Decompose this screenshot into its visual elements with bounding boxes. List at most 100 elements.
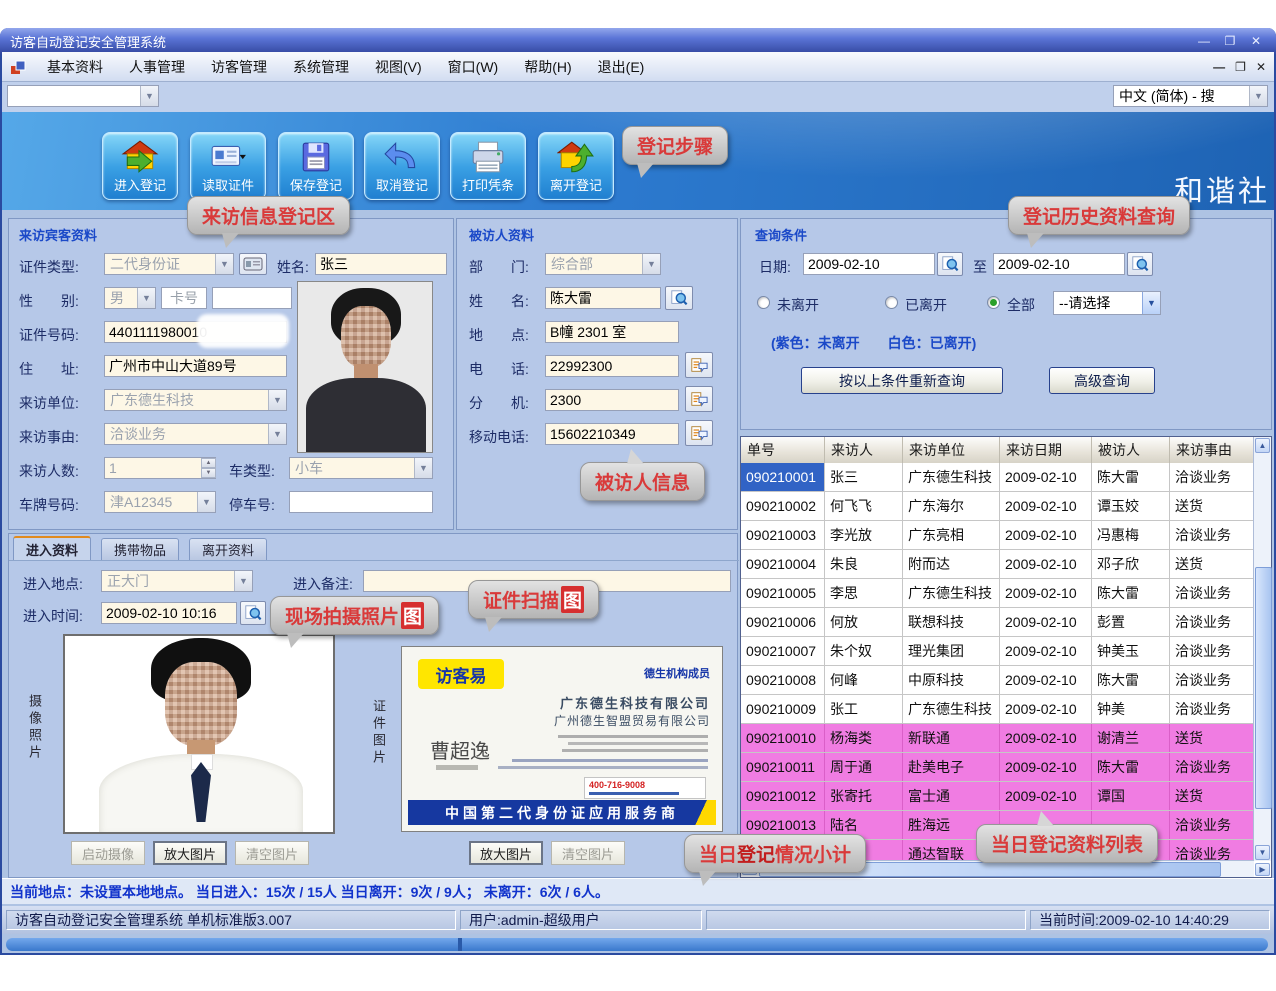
card-no-button[interactable]: 卡号 [161,287,207,309]
close-icon[interactable]: ✕ [1246,33,1266,50]
mobile-field[interactable]: 15602210349 [545,423,679,445]
radio-all[interactable] [987,296,1000,309]
menu-view[interactable]: 视图(V) [362,53,435,81]
menu-basic-data[interactable]: 基本资料 [34,53,116,81]
menu-help[interactable]: 帮助(H) [511,53,584,81]
date-label: 日期: [759,257,791,277]
count-spinner[interactable]: ▲▼ [201,458,216,478]
card-reader-button[interactable] [239,253,267,275]
table-row[interactable]: 090210009张工广东德生科技2009-02-10钟美洽谈业务 [741,695,1254,724]
minimize-icon[interactable]: — [1194,33,1214,50]
search-person-button[interactable] [665,286,693,310]
read-id-button[interactable]: 读取证件 [190,132,266,200]
table-row[interactable]: 090210010杨海类新联通2009-02-10谢清兰送货 [741,724,1254,753]
table-row[interactable]: 090210012张寄托富士通2009-02-10谭国送货 [741,782,1254,811]
chevron-down-icon[interactable]: ▼ [1249,86,1267,106]
column-header[interactable]: 来访日期 [1000,437,1092,463]
zoom-photo-button[interactable]: 放大图片 [153,841,227,865]
clear-photo-button[interactable]: 清空图片 [235,841,309,865]
zoom-cert-button[interactable]: 放大图片 [469,841,543,865]
entry-time-picker-button[interactable] [240,601,266,625]
menu-system[interactable]: 系统管理 [280,53,362,81]
location-field[interactable]: B幢 2301 室 [545,321,679,343]
leave-registration-button[interactable]: 离开登记 [538,132,614,200]
search-icon [941,255,959,273]
plate-combo[interactable]: 津A12345▼ [104,491,216,513]
chevron-down-icon[interactable]: ▼ [1142,292,1160,314]
print-slip-button[interactable]: 打印凭条 [450,132,526,200]
enter-registration-button[interactable]: 进入登记 [102,132,178,200]
date-from-picker-button[interactable] [937,252,963,276]
phone-field[interactable]: 22992300 [545,355,679,377]
call-mobile-button[interactable] [685,420,713,446]
menu-window[interactable]: 窗口(W) [435,53,512,81]
tab-leave-info[interactable]: 离开资料 [189,538,267,560]
radio-left[interactable] [885,296,898,309]
table-row[interactable]: 090210004朱良附而达2009-02-10邓子欣送货 [741,550,1254,579]
entry-time-field[interactable]: 2009-02-10 10:16 [101,602,237,624]
scroll-up-icon[interactable]: ▲ [1255,438,1270,453]
table-row[interactable]: 090210005李思广东德生科技2009-02-10陈大雷洽谈业务 [741,579,1254,608]
filter-select[interactable]: --请选择▼ [1053,291,1161,315]
requery-button[interactable]: 按以上条件重新查询 [801,367,1003,394]
column-header[interactable]: 来访人 [825,437,903,463]
company-combo[interactable]: 广东德生科技▼ [104,389,287,411]
table-cell: 090210002 [741,492,825,520]
date-from-field[interactable]: 2009-02-10 [803,253,935,275]
restore-icon[interactable]: ❐ [1220,33,1240,50]
radio-not-left[interactable] [757,296,770,309]
advanced-query-button[interactable]: 高级查询 [1049,367,1155,394]
call-ext-button[interactable] [685,386,713,412]
visited-name-field[interactable]: 陈大雷 [545,287,661,309]
car-type-combo[interactable]: 小车▼ [289,457,433,479]
clear-cert-button[interactable]: 清空图片 [551,841,625,865]
address-field[interactable]: 广州市中山大道89号 [104,355,287,377]
dept-combo[interactable]: 综合部▼ [545,253,661,275]
reason-combo[interactable]: 洽谈业务▼ [104,423,287,445]
call-phone-button[interactable] [685,352,713,378]
mdi-minimize-icon[interactable]: — [1213,60,1225,74]
table-row[interactable]: 090210011周于通赴美电子2009-02-10陈大雷洽谈业务 [741,753,1254,782]
quick-combo[interactable]: ▼ [7,85,159,107]
language-combo[interactable]: 中文 (简体) - 搜▼ [1113,85,1268,107]
bottom-progress-bar [6,938,1268,951]
table-cell: 李光放 [825,521,903,549]
cancel-registration-button[interactable]: 取消登记 [364,132,440,200]
table-row[interactable]: 090210003李光放广东亮相2009-02-10冯惠梅洽谈业务 [741,521,1254,550]
table-row[interactable]: 090210002何飞飞广东海尔2009-02-10谭玉姣送货 [741,492,1254,521]
date-to-picker-button[interactable] [1127,252,1153,276]
table-row[interactable]: 090210001张三广东德生科技2009-02-10陈大雷洽谈业务 [741,463,1254,492]
start-camera-button[interactable]: 启动摄像 [71,841,145,865]
column-header[interactable]: 来访事由 [1170,437,1254,463]
ext-field[interactable]: 2300 [545,389,679,411]
date-to-field[interactable]: 2009-02-10 [993,253,1125,275]
scroll-right-icon[interactable]: ▶ [1255,863,1270,876]
tab-entry-info[interactable]: 进入资料 [13,536,91,560]
column-header[interactable]: 被访人 [1092,437,1170,463]
table-row[interactable]: 090210008何峰中原科技2009-02-10陈大雷洽谈业务 [741,666,1254,695]
menu-exit[interactable]: 退出(E) [585,53,658,81]
cert-type-combo[interactable]: 二代身份证▼ [104,253,234,275]
status-bar: 访客自动登记安全管理系统 单机标准版3.007 用户:admin-超级用户 当前… [2,906,1274,934]
table-row[interactable]: 090210007朱个奴理光集团2009-02-10钟美玉洽谈业务 [741,637,1254,666]
mdi-close-icon[interactable]: ✕ [1256,60,1266,74]
scroll-down-icon[interactable]: ▼ [1255,845,1270,860]
visitor-name-field[interactable]: 张三 [315,253,447,275]
table-row[interactable]: 090210006何放联想科技2009-02-10彭置洽谈业务 [741,608,1254,637]
parking-field[interactable] [289,491,433,513]
card-no-field[interactable] [212,287,292,309]
vertical-scrollbar[interactable]: ▲ ▼ [1253,437,1271,861]
mdi-restore-icon[interactable]: ❐ [1235,60,1246,74]
scroll-thumb[interactable] [1255,567,1272,809]
column-header[interactable]: 来访单位 [903,437,1000,463]
table-cell: 洽谈业务 [1170,463,1254,491]
tab-carried-items[interactable]: 携带物品 [101,538,179,560]
save-registration-button[interactable]: 保存登记 [278,132,354,200]
menu-visitor[interactable]: 访客管理 [198,53,280,81]
column-header[interactable]: 单号 [741,437,825,463]
menu-hr[interactable]: 人事管理 [116,53,198,81]
chevron-down-icon[interactable]: ▼ [140,86,158,106]
visitor-count-field[interactable]: 1 [104,457,216,479]
gender-combo[interactable]: 男▼ [104,287,156,309]
entry-place-combo[interactable]: 正大门▼ [101,570,253,592]
